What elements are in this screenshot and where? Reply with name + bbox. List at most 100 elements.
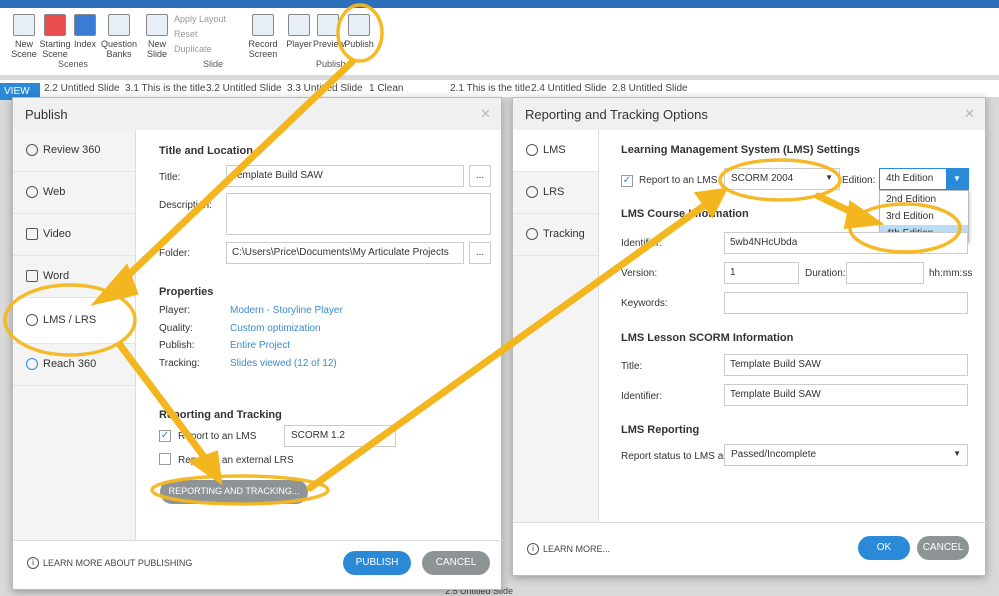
quality-link[interactable]: Custom optimization	[230, 323, 321, 334]
label: Publish	[344, 39, 374, 49]
slide-tab[interactable]: 2.4 Untitled Slide	[531, 83, 607, 94]
section-title: Title and Location	[159, 145, 253, 157]
report-status-select[interactable]: Passed/Incomplete ▼	[724, 444, 968, 466]
question-banks-button[interactable]: Question Banks	[100, 14, 138, 59]
edition-select[interactable]: 4th Edition ▼	[879, 168, 969, 190]
slide-tab[interactable]: 3.2 Untitled Slide	[206, 83, 282, 94]
report-lms-checkbox[interactable]: ✓	[621, 175, 633, 187]
cancel-button[interactable]: CANCEL	[917, 536, 969, 560]
selected-value: SCORM 2004	[731, 173, 794, 184]
label: Review 360	[43, 144, 101, 156]
duration-label: Duration:	[805, 268, 846, 279]
edition-label: Edition:	[842, 175, 876, 186]
properties-title: Properties	[159, 286, 214, 298]
sidebar-item-tracking[interactable]: Tracking	[513, 214, 598, 256]
reset-button[interactable]: Reset	[174, 29, 198, 39]
reporting-tracking-dialog: Reporting and Tracking Options ✕ LMS LRS…	[512, 97, 987, 576]
group-label-publish: Publish	[316, 59, 346, 69]
close-icon[interactable]: ✕	[964, 106, 975, 122]
new-slide-button[interactable]: New Slide	[143, 14, 171, 59]
lesson-title-input[interactable]: Template Build SAW	[724, 354, 968, 376]
browse-folder-button[interactable]: ...	[469, 242, 491, 264]
folder-input[interactable]: C:\Users\Price\Documents\My Articulate P…	[226, 242, 464, 264]
label: Web	[43, 186, 66, 198]
property-label: Tracking:	[159, 358, 200, 369]
publish-scope-link[interactable]: Entire Project	[230, 340, 290, 351]
index-button[interactable]: Index	[72, 14, 98, 49]
divider	[513, 522, 987, 523]
description-input[interactable]	[226, 193, 491, 235]
divider	[13, 540, 503, 541]
starting-scene-button[interactable]: Starting Scene	[38, 14, 72, 59]
report-lrs-checkbox[interactable]	[159, 453, 171, 465]
sidebar-item-lms[interactable]: LMS	[513, 130, 598, 172]
chevron-down-icon[interactable]: ▼	[946, 169, 968, 189]
index-icon	[74, 14, 96, 36]
sidebar-item-reach-360[interactable]: Reach 360	[13, 344, 135, 386]
slide-tab[interactable]: 2.8 Untitled Slide	[612, 83, 688, 94]
lesson-info-title: LMS Lesson SCORM Information	[621, 332, 794, 344]
lesson-identifier-input[interactable]: Template Build SAW	[724, 384, 968, 406]
info-icon: i	[527, 543, 539, 555]
chevron-down-icon: ▼	[825, 173, 833, 182]
sidebar-item-review-360[interactable]: Review 360	[13, 130, 135, 172]
version-input[interactable]: 1	[724, 262, 799, 284]
selected-value: SCORM 1.2	[291, 430, 345, 441]
flag-icon	[44, 14, 66, 36]
title-label: Title:	[159, 172, 181, 183]
sidebar-item-lms-lrs[interactable]: LMS / LRS	[13, 298, 135, 344]
slide-tab[interactable]: 1 Clean	[369, 83, 403, 94]
sidebar-item-word[interactable]: Word	[13, 256, 135, 298]
learn-more-link[interactable]: LEARN MORE...	[543, 544, 610, 554]
report-lms-label: Report to an LMS	[639, 175, 718, 186]
publish-button[interactable]: PUBLISH	[343, 551, 411, 575]
player-link[interactable]: Modern - Storyline Player	[230, 305, 343, 316]
report-lms-checkbox[interactable]: ✓	[159, 430, 171, 442]
reporting-and-tracking-button[interactable]: REPORTING AND TRACKING...	[160, 480, 308, 504]
ribbon: New Scene Starting Scene Index Question …	[0, 0, 999, 76]
new-scene-button[interactable]: New Scene	[10, 14, 38, 59]
tracking-link[interactable]: Slides viewed (12 of 12)	[230, 358, 337, 369]
slide-tab[interactable]: 3.1 This is the title	[125, 83, 205, 94]
edition-option[interactable]: 2nd Edition	[880, 191, 968, 208]
label: Video	[43, 228, 71, 240]
title-input[interactable]: Template Build SAW	[226, 165, 464, 187]
rt-sidebar: LMS LRS Tracking	[513, 130, 599, 522]
sidebar-item-web[interactable]: Web	[13, 172, 135, 214]
duplicate-button[interactable]: Duplicate	[174, 44, 212, 54]
publish-ribbon-button[interactable]: Publish	[344, 14, 374, 49]
cancel-button[interactable]: CANCEL	[422, 551, 490, 575]
label: Reach 360	[43, 358, 97, 370]
ok-button[interactable]: OK	[858, 536, 910, 560]
label: Index	[73, 39, 97, 49]
slide-tab[interactable]: 3.3 Untitled Slide	[287, 83, 363, 94]
new-slide-icon	[146, 14, 168, 36]
selected-value: Passed/Incomplete	[731, 449, 817, 460]
label: LMS	[543, 144, 566, 156]
dialog-title: Reporting and Tracking Options	[513, 98, 985, 130]
learn-more-link[interactable]: LEARN MORE ABOUT PUBLISHING	[43, 558, 192, 568]
title-options-button[interactable]: ...	[469, 165, 491, 187]
sidebar-item-lrs[interactable]: LRS	[513, 172, 598, 214]
identifier-input[interactable]: 5wb4NHcUbda	[724, 232, 968, 254]
apply-layout-button[interactable]: Apply Layout	[174, 14, 226, 24]
lms-standard-select[interactable]: SCORM 1.2 ▼	[284, 425, 396, 447]
label: LMS / LRS	[43, 314, 97, 326]
slide-tab[interactable]: 2.1 This is the title	[450, 83, 530, 94]
slide-tab[interactable]: 2.2 Untitled Slide	[44, 83, 120, 94]
edition-option[interactable]: 3rd Edition	[880, 208, 968, 225]
label: Preview	[313, 39, 346, 49]
preview-button[interactable]: Preview	[313, 14, 346, 49]
player-button[interactable]: Player	[286, 14, 312, 49]
record-screen-button[interactable]: Record Screen	[247, 14, 279, 59]
lesson-identifier-label: Identifier:	[621, 391, 663, 402]
lms-standard-select[interactable]: SCORM 2004 ▼	[724, 168, 840, 190]
label: LRS	[543, 186, 565, 198]
close-icon[interactable]: ✕	[480, 106, 491, 122]
duration-input[interactable]	[846, 262, 924, 284]
label: Player	[286, 39, 312, 49]
keywords-input[interactable]	[724, 292, 968, 314]
report-lms-label: Report to an LMS	[178, 431, 257, 442]
gear-icon	[526, 186, 538, 198]
sidebar-item-video[interactable]: Video	[13, 214, 135, 256]
